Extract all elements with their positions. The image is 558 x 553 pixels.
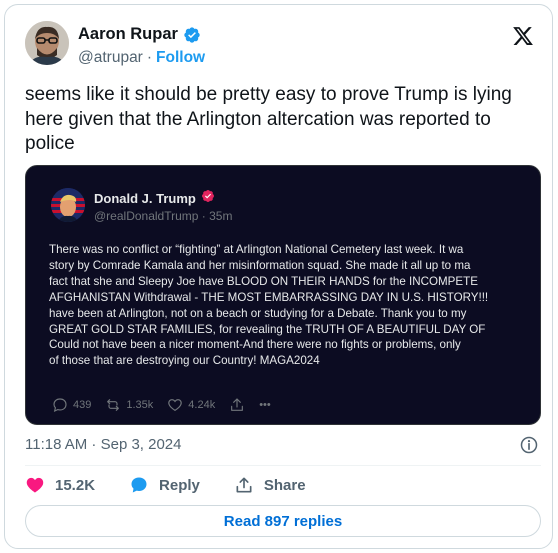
embedded-author-name: Donald J. Trump: [94, 191, 196, 206]
tweet-actions: 15.2K Reply Share: [25, 475, 340, 495]
heart-outline-icon: [168, 399, 183, 411]
author-handle-row: @atrupar · Follow: [78, 49, 205, 67]
verified-badge-icon: [183, 26, 201, 44]
reply-label: Reply: [159, 476, 200, 494]
upload-share-icon: [236, 477, 252, 493]
reply-button[interactable]: Reply: [129, 475, 200, 495]
comment-icon: [53, 398, 67, 412]
embedded-body-line: have been at Arlington, not on a beach o…: [49, 306, 467, 320]
embedded-handle-time: @realDonaldTrump · 35m: [94, 209, 233, 223]
x-logo-icon[interactable]: [512, 25, 534, 47]
share-label: Share: [263, 476, 306, 494]
reply-bubble-icon: [131, 477, 147, 493]
embedded-body-line: There was no conflict or “fighting” at A…: [49, 243, 464, 256]
embedded-screenshot[interactable]: Donald J. Trump @realDonaldTrump · 35m T…: [25, 165, 541, 425]
like-count: 15.2K: [55, 476, 96, 494]
embedded-retruth-count: 1.35k: [126, 399, 154, 411]
tweet-timestamp[interactable]: 11:18 AM · Sep 3, 2024: [25, 436, 182, 453]
author-avatar[interactable]: [25, 21, 69, 65]
embedded-body-line: fact that she and Sleepy Joe have BLOOD …: [49, 274, 478, 288]
embedded-actions: 439 1.35k 4.24k •••: [52, 397, 285, 413]
embedded-retruth: 1.35k: [105, 397, 153, 413]
read-replies-button[interactable]: Read 897 replies: [25, 505, 541, 537]
embedded-like-count: 4.24k: [188, 399, 216, 411]
like-button[interactable]: 15.2K: [25, 475, 95, 495]
embedded-name-row: Donald J. Trump: [94, 189, 215, 208]
author-handle[interactable]: @atrupar: [78, 49, 143, 67]
truth-verified-icon: [201, 189, 215, 208]
embedded-body-line: Could not have been a nicer moment-And t…: [49, 338, 461, 352]
embedded-avatar: [51, 188, 85, 222]
embedded-body-line: of those that are destroying our Country…: [49, 354, 320, 368]
embedded-reply-count: 439: [73, 399, 92, 411]
info-icon[interactable]: [519, 435, 539, 455]
separator-dot: ·: [146, 49, 153, 66]
heart-filled-icon: [26, 477, 44, 493]
divider: [25, 465, 541, 466]
retruth-icon: [107, 399, 120, 411]
author-name-row: Aaron Rupar: [78, 25, 201, 44]
follow-button[interactable]: Follow: [156, 49, 205, 67]
share-button[interactable]: Share: [234, 475, 306, 495]
embedded-body-line: AFGHANISTAN Withdrawal - THE MOST EMBARR…: [49, 290, 489, 304]
embedded-reply: 439: [52, 397, 91, 413]
embedded-body-line: story by Comrade Kamala and her misinfor…: [49, 258, 471, 272]
embedded-share: [229, 397, 245, 413]
embedded-body-line: GREAT GOLD STAR FAMILIES, for revealing …: [49, 322, 486, 336]
tweet-card: Aaron Rupar @atrupar · Follow seems like…: [4, 4, 553, 549]
embedded-like: 4.24k: [167, 397, 215, 413]
tweet-text: seems like it should be pretty easy to p…: [25, 84, 512, 154]
embedded-post-body: There was no conflict or “fighting” at A…: [49, 242, 540, 369]
embedded-more: •••: [259, 399, 271, 411]
author-name[interactable]: Aaron Rupar: [78, 25, 178, 44]
share-icon: [231, 398, 244, 411]
